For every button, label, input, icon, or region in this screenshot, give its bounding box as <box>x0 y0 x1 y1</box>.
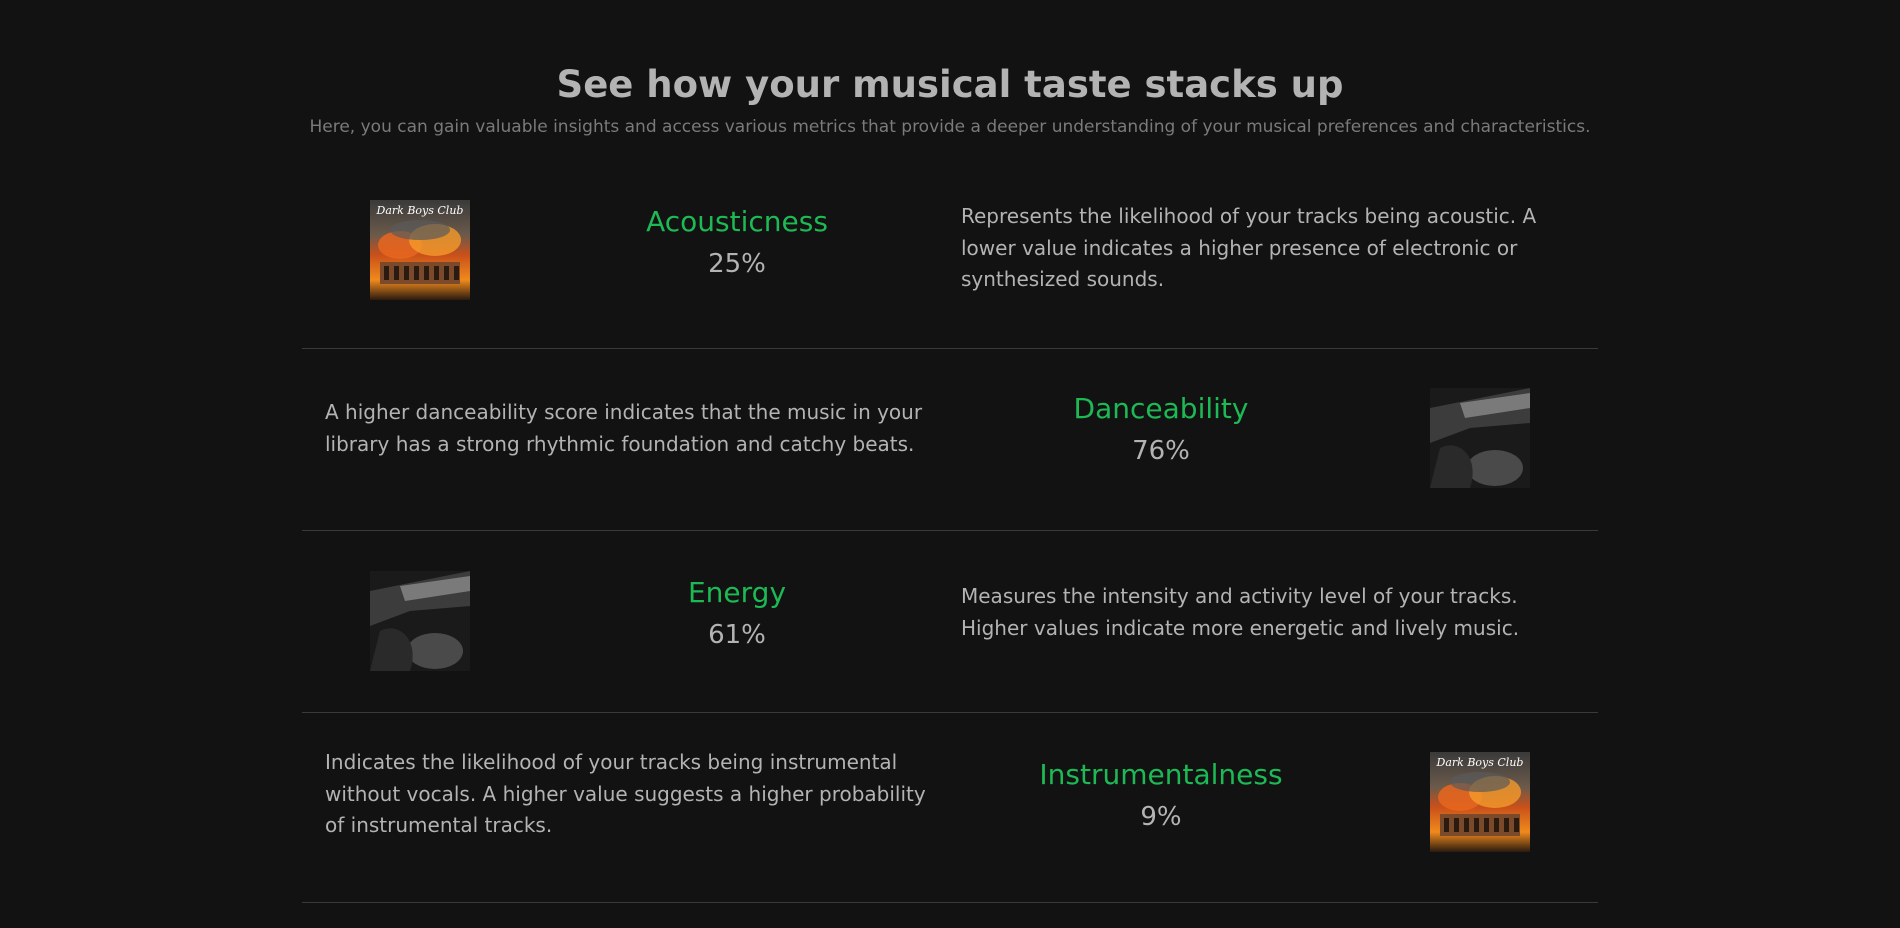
metric-description: A higher danceability score indicates th… <box>325 400 923 456</box>
metric-value: 76% <box>1132 436 1190 466</box>
metric-name: Energy <box>687 576 787 609</box>
page-subtitle: Here, you can gain valuable insights and… <box>309 117 1591 137</box>
page: See how your musical taste stacks up Her… <box>0 0 1900 928</box>
metric-value: 61% <box>708 620 766 650</box>
metric-description: Indicates the likelihood of your tracks … <box>325 750 926 837</box>
metric-energy: Energy 61% <box>587 575 887 653</box>
metric-row-instrumentalness: Indicates the likelihood of your tracks … <box>302 713 1598 903</box>
metric-danceability: Danceability 76% <box>1011 391 1311 469</box>
album-cover-text: Dark Boys Club <box>1436 756 1524 769</box>
page-header: See how your musical taste stacks up Her… <box>0 60 1900 138</box>
album-cover-image <box>1430 388 1530 488</box>
metric-row-energy: Energy 61% Measures the intensity and ac… <box>302 531 1598 713</box>
metric-row-danceability: A higher danceability score indicates th… <box>302 349 1598 531</box>
metric-value: 9% <box>1140 802 1182 832</box>
metrics-list: Dark Boys Club Acousticness 25% Represen… <box>302 180 1598 903</box>
metric-row-acousticness: Dark Boys Club Acousticness 25% Represen… <box>302 180 1598 349</box>
album-cover-text: Dark Boys Club <box>376 204 464 217</box>
album-cover-image: Dark Boys Club <box>370 200 470 300</box>
metric-value: 25% <box>708 249 766 279</box>
album-cover-image: Dark Boys Club <box>1430 752 1530 852</box>
metric-instrumentalness: Instrumentalness 9% <box>1011 757 1311 835</box>
metric-description: Measures the intensity and activity leve… <box>961 584 1520 640</box>
album-cover-image <box>370 571 470 671</box>
page-title: See how your musical taste stacks up <box>556 63 1344 106</box>
metric-description: Represents the likelihood of your tracks… <box>961 204 1537 291</box>
metric-name: Instrumentalness <box>1039 758 1283 791</box>
metric-acousticness: Acousticness 25% <box>587 204 887 282</box>
metric-name: Acousticness <box>646 205 828 238</box>
metric-name: Danceability <box>1073 392 1249 425</box>
